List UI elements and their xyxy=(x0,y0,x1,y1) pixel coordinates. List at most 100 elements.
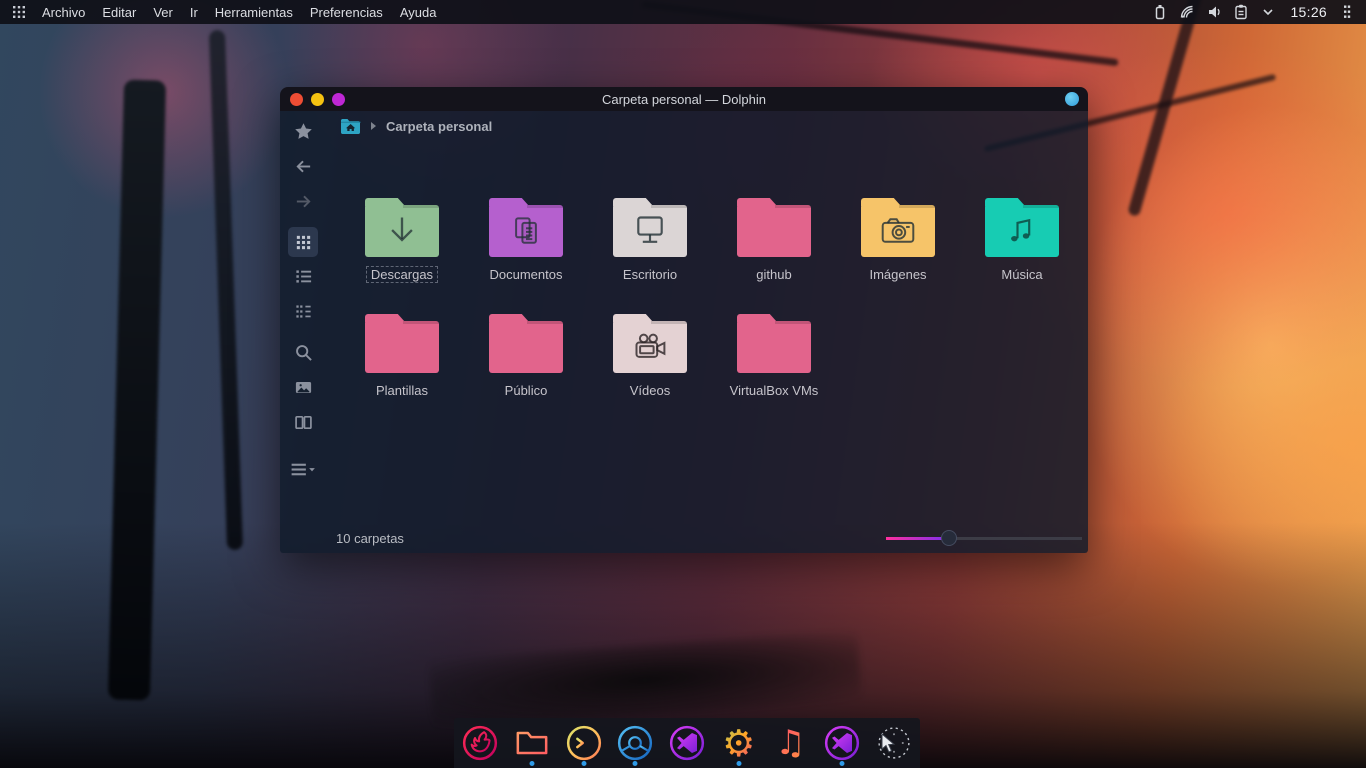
close-button[interactable] xyxy=(290,93,303,106)
volume-icon[interactable] xyxy=(1205,3,1223,21)
folder-icon xyxy=(613,205,687,257)
folder-descargas[interactable]: Descargas xyxy=(340,191,464,303)
sidebar-compact-view-button[interactable] xyxy=(288,259,318,294)
folder-icon-wrap xyxy=(861,191,935,257)
system-tray: 15:26 xyxy=(1151,3,1356,21)
menu-preferencias[interactable]: Preferencias xyxy=(310,5,383,20)
sidebar-forward-button[interactable] xyxy=(288,184,318,219)
monitor-emblem-icon xyxy=(613,205,687,257)
folder-label: Escritorio xyxy=(618,266,682,283)
window-title: Carpeta personal — Dolphin xyxy=(602,92,766,107)
folder-icon xyxy=(365,321,439,373)
sidebar-back-button[interactable] xyxy=(288,149,318,184)
slider-track-active xyxy=(886,537,949,540)
search-icon xyxy=(294,343,313,362)
panel-clock[interactable]: 15:26 xyxy=(1290,4,1327,20)
menu-ayuda[interactable]: Ayuda xyxy=(400,5,437,20)
folder-icon-wrap xyxy=(737,191,811,257)
chevron-right-icon xyxy=(370,121,378,131)
document-emblem-icon xyxy=(489,205,563,257)
chevron-down-icon[interactable] xyxy=(1259,3,1277,21)
menu-archivo[interactable]: Archivo xyxy=(42,5,85,20)
star-icon xyxy=(294,122,313,141)
folder-icon xyxy=(489,205,563,257)
folder-icon-wrap xyxy=(365,191,439,257)
dock-music[interactable]: ♫ xyxy=(767,719,815,767)
sidebar-split-view-button[interactable] xyxy=(288,405,318,440)
menu-ver[interactable]: Ver xyxy=(153,5,173,20)
slider-handle[interactable] xyxy=(941,530,957,546)
window-menu-button[interactable] xyxy=(1065,92,1079,106)
menubar-items: Archivo Editar Ver Ir Herramientas Preferenci… xyxy=(42,5,436,20)
vscode-icon xyxy=(822,723,862,763)
arrow-right-icon xyxy=(294,192,313,211)
mouse-cursor xyxy=(880,733,898,760)
menu-editar[interactable]: Editar xyxy=(102,5,136,20)
minimize-button[interactable] xyxy=(311,93,324,106)
folder-plantillas[interactable]: Plantillas xyxy=(340,307,464,419)
battery-icon[interactable] xyxy=(1151,3,1169,21)
panel-dots-icon[interactable] xyxy=(1338,3,1356,21)
sidebar-details-view-button[interactable] xyxy=(288,294,318,329)
folder-label: Público xyxy=(500,382,553,399)
folder-grid: DescargasDocumentos Escritorio github Imáge… xyxy=(340,191,1084,419)
hamburger-menu-icon xyxy=(290,460,316,479)
folder-label: Imágenes xyxy=(864,266,931,283)
list-view-icon xyxy=(294,267,313,286)
tree-trunk xyxy=(209,30,243,550)
sidebar-preview-button[interactable] xyxy=(288,370,318,405)
sidebar-bookmarks-button[interactable] xyxy=(288,114,318,149)
titlebar[interactable]: Carpeta personal — Dolphin xyxy=(280,87,1088,111)
folder-icon xyxy=(737,205,811,257)
folder-label: github xyxy=(751,266,796,283)
folder-icon-wrap xyxy=(489,307,563,373)
running-indicator xyxy=(581,761,586,766)
camera-emblem-icon xyxy=(861,205,935,257)
menu-herramientas[interactable]: Herramientas xyxy=(215,5,293,20)
app-grid-icon[interactable] xyxy=(10,3,28,21)
statusbar: 10 carpetas xyxy=(280,523,1088,553)
menu-ir[interactable]: Ir xyxy=(190,5,198,20)
breadcrumb-location[interactable]: Carpeta personal xyxy=(386,119,492,134)
folder-icon xyxy=(985,205,1059,257)
home-folder-icon[interactable] xyxy=(340,118,362,135)
folder-virtualbox-vms[interactable]: VirtualBox VMs xyxy=(712,307,836,419)
dock: ⚙♫ xyxy=(454,718,920,768)
folder-documentos[interactable]: Documentos xyxy=(464,191,588,303)
dock-firefox[interactable] xyxy=(456,719,504,767)
zoom-slider[interactable] xyxy=(886,529,1082,547)
sidebar-search-button[interactable] xyxy=(288,335,318,370)
folder-label: Vídeos xyxy=(625,382,675,399)
dock-vscode[interactable] xyxy=(663,719,711,767)
dock-chrome[interactable] xyxy=(611,719,659,767)
toolbar-sidebar xyxy=(280,111,326,523)
running-indicator xyxy=(633,761,638,766)
top-panel: Archivo Editar Ver Ir Herramientas Preferenci… xyxy=(0,0,1366,24)
folder-público[interactable]: Público xyxy=(464,307,588,419)
download-arrow-emblem-icon xyxy=(365,205,439,257)
folder-icon-wrap xyxy=(985,191,1059,257)
dock-settings[interactable]: ⚙ xyxy=(715,719,763,767)
folder-icon xyxy=(613,321,687,373)
video-camera-emblem-icon xyxy=(613,321,687,373)
folder-vídeos[interactable]: Vídeos xyxy=(588,307,712,419)
folder-label: VirtualBox VMs xyxy=(725,382,824,399)
dock-terminal[interactable] xyxy=(560,719,608,767)
folder-imágenes[interactable]: Imágenes xyxy=(836,191,960,303)
folder-escritorio[interactable]: Escritorio xyxy=(588,191,712,303)
tray-slot xyxy=(1151,3,1277,21)
chrome-icon xyxy=(615,723,655,763)
maximize-button[interactable] xyxy=(332,93,345,106)
folder-icon-wrap xyxy=(489,191,563,257)
folder-música[interactable]: Música xyxy=(960,191,1084,303)
breadcrumb: Carpeta personal xyxy=(326,111,1088,141)
dock-vscode-2[interactable] xyxy=(818,719,866,767)
clipboard-icon[interactable] xyxy=(1232,3,1250,21)
sidebar-icons-view-button[interactable] xyxy=(288,227,318,257)
network-signal-icon[interactable] xyxy=(1178,3,1196,21)
sidebar-menu-button[interactable] xyxy=(288,452,318,487)
folder-icon-wrap xyxy=(365,307,439,373)
arrow-left-icon xyxy=(294,157,313,176)
dock-files[interactable] xyxy=(508,719,556,767)
folder-github[interactable]: github xyxy=(712,191,836,303)
